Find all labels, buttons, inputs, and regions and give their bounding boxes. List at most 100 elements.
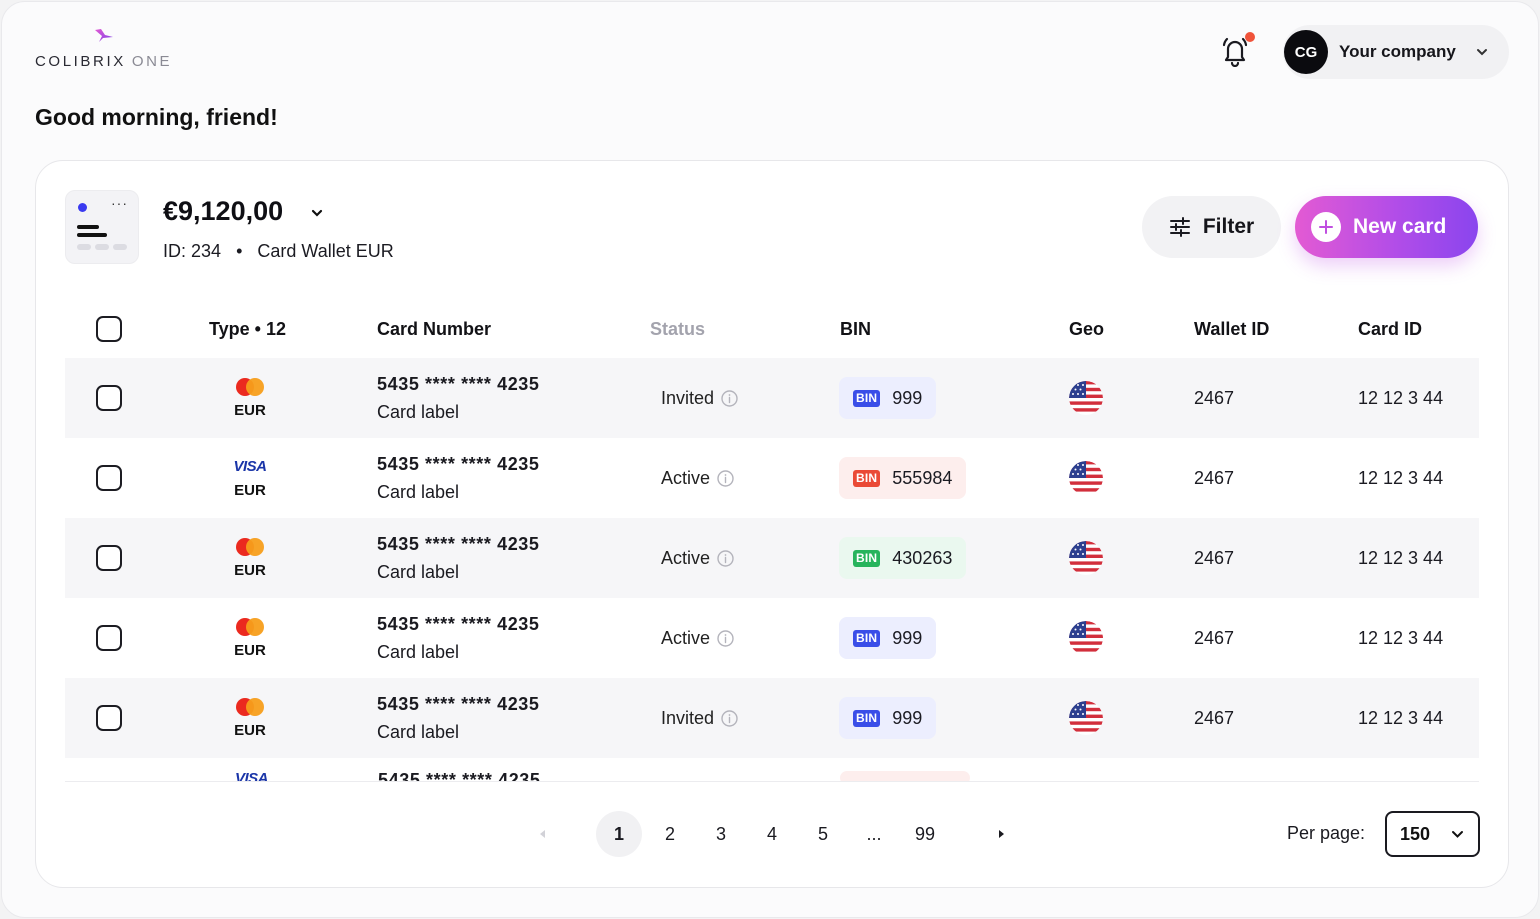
filter-button[interactable]: Filter (1142, 196, 1281, 258)
app-window: COLIBRIX ONE CG Your company Good morning… (1, 1, 1539, 918)
table-row[interactable]: EUR 5435 **** **** 4235 Card label Active BI… (65, 598, 1479, 678)
chevron-down-icon[interactable] (309, 205, 325, 221)
wallet-id: ID: 234 (163, 241, 222, 261)
mastercard-icon (236, 537, 264, 556)
cards-panel: ··· €9,120,00 ID: 234 • Card Wallet EUR … (35, 160, 1509, 888)
brand-logo[interactable]: COLIBRIX ONE (35, 28, 195, 72)
page-ellipsis: ... (866, 823, 882, 844)
wallet-meta: ID: 234 • Card Wallet EUR (163, 241, 394, 262)
select-all-checkbox[interactable] (96, 316, 122, 342)
column-header-card-number[interactable]: Card Number (377, 301, 491, 357)
table-row[interactable]: EUR 5435 **** **** 4235 Card label Active BI… (65, 518, 1479, 598)
card-currency: EUR (234, 481, 266, 499)
status-text: Active (661, 547, 711, 568)
row-select-cell (96, 438, 122, 518)
table-row[interactable]: VISA EUR 5435 **** **** 4235 Card label Acti… (65, 438, 1479, 518)
row-checkbox[interactable] (96, 545, 122, 571)
card-label: Card label (377, 481, 460, 502)
bin-badge: BIN 555984 (839, 457, 967, 499)
bin-cell: BIN 430263 (839, 518, 967, 598)
bin-value: 555984 (892, 467, 953, 488)
card-number[interactable]: 5435 **** **** 4235 (377, 694, 540, 715)
wallet-icon: ··· (65, 190, 139, 264)
wallet-id-cell: 2467 (1194, 627, 1235, 648)
us-flag-icon (1069, 621, 1103, 655)
column-header-type[interactable]: Type • 12 (209, 301, 286, 357)
page-button-2[interactable]: 2 (647, 811, 693, 857)
per-page-value: 150 (1400, 823, 1431, 844)
card-currency: EUR (234, 721, 266, 739)
status-cell: Active (661, 438, 734, 518)
info-icon[interactable] (721, 389, 738, 407)
new-card-button[interactable]: New card (1295, 196, 1478, 258)
status-text: Active (661, 467, 711, 488)
row-select-cell (96, 678, 122, 758)
page-button-99[interactable]: 99 (902, 811, 948, 857)
column-header-wallet-id[interactable]: Wallet ID (1194, 301, 1269, 357)
greeting-heading: Good morning, friend! (35, 104, 278, 130)
row-checkbox[interactable] (96, 385, 122, 411)
wallet-id-cell: 2467 (1194, 707, 1235, 728)
page-button-4[interactable]: 4 (749, 811, 795, 857)
card-id-cell: 12 12 3 44 (1358, 467, 1444, 488)
page-button-5[interactable]: 5 (800, 811, 846, 857)
visa-icon: VISA (233, 457, 267, 475)
status-cell: Invited (661, 358, 738, 438)
info-icon[interactable] (717, 549, 734, 567)
geo-cell (1069, 678, 1103, 758)
hummingbird-icon (95, 29, 113, 42)
per-page-select[interactable]: 150 (1385, 811, 1480, 857)
filter-label: Filter (1202, 215, 1255, 238)
next-page-arrow[interactable] (991, 811, 1011, 857)
card-id-cell: 12 12 3 44 (1358, 387, 1444, 408)
us-flag-icon (1069, 461, 1103, 495)
bin-badge: BIN 999 (839, 377, 937, 419)
info-icon[interactable] (721, 709, 738, 727)
column-header-geo[interactable]: Geo (1069, 301, 1104, 357)
bin-value: 999 (892, 627, 923, 648)
wallet-id-cell: 2467 (1194, 547, 1235, 568)
mastercard-icon (236, 377, 264, 396)
card-number-cell: 5435 **** **** 4235 Card label (377, 678, 540, 758)
page-button-1[interactable]: 1 (596, 811, 642, 857)
row-select-cell (96, 518, 122, 598)
info-icon[interactable] (717, 629, 734, 647)
card-currency: EUR (234, 561, 266, 579)
info-icon[interactable] (717, 469, 734, 487)
wallet-id-cell: 2467 (1194, 387, 1235, 408)
card-label: Card label (377, 721, 460, 742)
card-number[interactable]: 5435 **** **** 4235 (377, 534, 540, 555)
bin-tag: BIN (853, 469, 881, 487)
column-header-status[interactable]: Status (650, 301, 705, 357)
bin-cell: BIN 555984 (839, 438, 967, 518)
per-page-label: Per page: (1287, 823, 1366, 843)
prev-page-arrow[interactable] (533, 811, 553, 857)
avatar: CG (1284, 30, 1328, 74)
card-number-cell: 5435 **** **** 4235 Card label (377, 358, 540, 438)
card-type-cell: EUR (215, 358, 285, 438)
row-checkbox[interactable] (96, 465, 122, 491)
card-number[interactable]: 5435 **** **** 4235 (377, 454, 540, 475)
bin-value: 999 (892, 707, 923, 728)
company-name: Your company (1339, 42, 1456, 61)
column-header-card-id[interactable]: Card ID (1358, 301, 1422, 357)
status-cell: Active (661, 598, 734, 678)
row-checkbox[interactable] (96, 705, 122, 731)
company-switcher[interactable]: CG Your company (1283, 25, 1509, 79)
table-divider (65, 781, 1479, 782)
page-button-3[interactable]: 3 (698, 811, 744, 857)
brand-name: COLIBRIX (35, 53, 126, 70)
table-row[interactable]: EUR 5435 **** **** 4235 Card label Invited B… (65, 678, 1479, 758)
plus-icon (1311, 212, 1341, 242)
column-header-bin[interactable]: BIN (840, 301, 871, 357)
status-text: Active (661, 627, 711, 648)
card-number[interactable]: 5435 **** **** 4235 (377, 614, 540, 635)
meta-separator: • (236, 241, 243, 261)
row-checkbox[interactable] (96, 625, 122, 651)
card-number[interactable]: 5435 **** **** 4235 (377, 374, 540, 395)
table-row[interactable]: EUR 5435 **** **** 4235 Card label Invited B… (65, 358, 1479, 438)
table-body: EUR 5435 **** **** 4235 Card label Invited B… (65, 358, 1479, 782)
bin-cell: BIN 999 (839, 358, 937, 438)
card-number-cell: 5435 **** **** 4235 Card label (377, 598, 540, 678)
bin-tag: BIN (853, 389, 881, 407)
